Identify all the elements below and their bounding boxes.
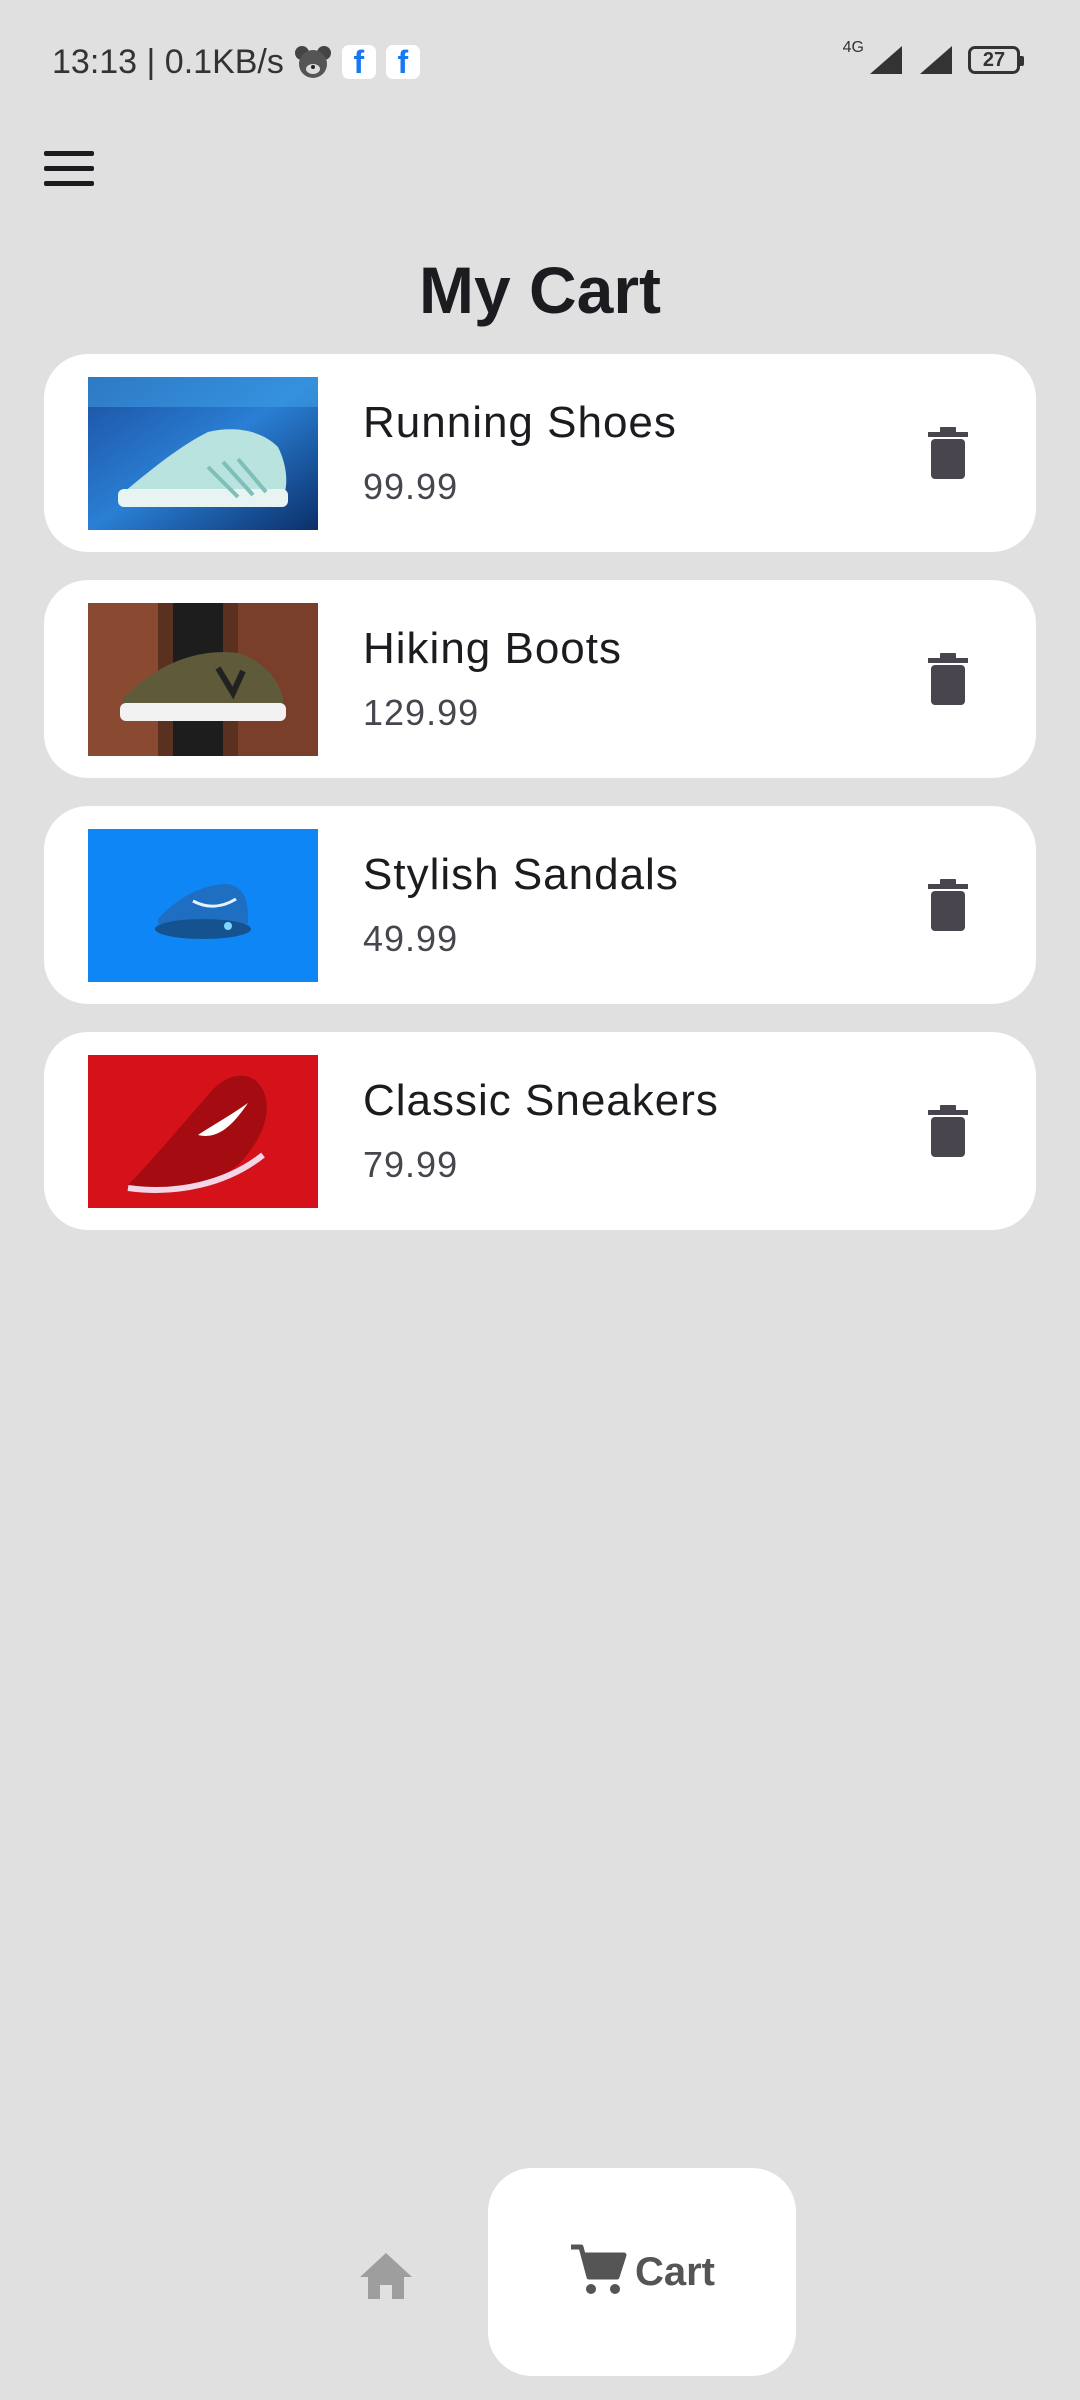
- trash-icon[interactable]: [902, 1099, 994, 1163]
- product-image: [88, 377, 318, 530]
- cart-item[interactable]: Running Shoes 99.99: [44, 354, 1036, 552]
- item-name: Hiking Boots: [363, 624, 623, 673]
- cart-item[interactable]: Stylish Sandals 49.99: [44, 806, 1036, 1004]
- item-price: 79.99: [363, 1144, 459, 1185]
- cart-list: Running Shoes 99.99 Hiking Boots 129.99 …: [44, 354, 1036, 1230]
- signal-icon: [868, 44, 904, 76]
- home-icon[interactable]: [350, 2240, 422, 2312]
- bottom-nav: Cart: [0, 2160, 1080, 2400]
- battery-level: 27: [982, 48, 1006, 71]
- item-price: 129.99: [363, 692, 480, 733]
- status-bar: 13:13 | 0.1KB/s f f 4G 27: [0, 0, 1080, 120]
- nav-cart-label: Cart: [634, 2249, 716, 2294]
- cart-icon: [569, 2243, 627, 2302]
- item-text: Running Shoes 99.99: [363, 398, 677, 508]
- item-name: Classic Sneakers: [363, 1076, 719, 1125]
- item-name: Running Shoes: [363, 398, 677, 447]
- facebook-icon: f: [385, 45, 420, 79]
- page-title: My Cart: [418, 253, 662, 327]
- signal-icon: [918, 44, 954, 76]
- item-price: 99.99: [363, 466, 459, 507]
- cart-item[interactable]: Hiking Boots 129.99: [44, 580, 1036, 778]
- trash-icon[interactable]: [902, 873, 994, 937]
- cart-item[interactable]: Classic Sneakers 79.99: [44, 1032, 1036, 1230]
- nav-cart-button[interactable]: Cart: [488, 2168, 796, 2376]
- status-right: 4G 27: [842, 38, 1024, 82]
- bear-icon: [294, 44, 332, 80]
- battery-icon: 27: [968, 46, 1024, 74]
- product-image: [88, 1055, 318, 1208]
- facebook-icon: f: [341, 45, 376, 79]
- item-text: Stylish Sandals 49.99: [363, 850, 679, 960]
- trash-icon[interactable]: [902, 647, 994, 711]
- product-image: [88, 603, 318, 756]
- status-time-speed: 13:13 | 0.1KB/s: [52, 42, 284, 81]
- trash-icon[interactable]: [902, 421, 994, 485]
- item-name: Stylish Sandals: [363, 850, 679, 899]
- network-type-label: 4G: [842, 39, 864, 56]
- item-text: Classic Sneakers 79.99: [363, 1076, 719, 1186]
- item-price: 49.99: [363, 918, 459, 959]
- hamburger-menu-icon[interactable]: [44, 140, 108, 196]
- product-image: [88, 829, 318, 982]
- status-left: 13:13 | 0.1KB/s f f: [52, 40, 420, 84]
- item-text: Hiking Boots 129.99: [363, 624, 622, 734]
